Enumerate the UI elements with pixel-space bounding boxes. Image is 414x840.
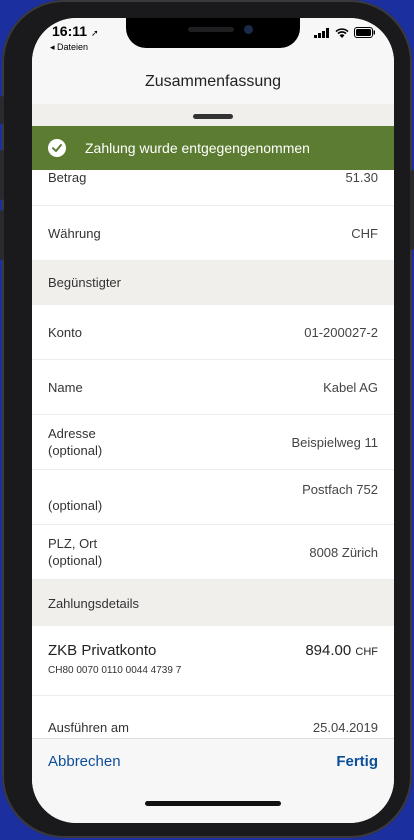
beneficiary-address-row: Adresse (optional) Beispielweg 11 <box>32 415 394 470</box>
currency-row: Währung CHF <box>32 206 394 261</box>
amount-label: Betrag <box>48 170 87 185</box>
silent-switch <box>0 96 4 124</box>
beneficiary-address2-row: (optional) Postfach 752 <box>32 470 394 525</box>
status-time: 16:11 ➚ <box>52 23 99 39</box>
row-sublabel: (optional) <box>48 498 103 513</box>
currency-label: Währung <box>48 226 101 241</box>
account-amount: 894.00 CHF <box>305 642 378 659</box>
section-title: Zahlungsdetails <box>48 596 140 611</box>
cancel-button[interactable]: Abbrechen <box>48 753 121 770</box>
row-label: Name <box>48 380 83 395</box>
navigation-bar: Zusammenfassung <box>32 62 394 104</box>
wifi-icon <box>335 27 349 38</box>
row-value: 8008 Zürich <box>309 545 378 560</box>
row-label: Adresse <box>48 426 96 441</box>
currency-value: CHF <box>351 226 378 241</box>
cellular-signal-icon <box>314 27 329 38</box>
success-toast: Zahlung wurde entgegengenommen <box>32 126 394 170</box>
execution-date-value: 25.04.2019 <box>312 720 378 735</box>
beneficiary-name-row: Name Kabel AG <box>32 360 394 415</box>
volume-down-button <box>0 210 4 260</box>
amount-currency: CHF <box>355 646 378 658</box>
execution-date-row: Ausführen am 25.04.2019 <box>32 696 394 738</box>
amount-row-partial: Betrag 51.30 <box>32 170 394 206</box>
section-title: Begünstigter <box>48 275 121 290</box>
back-to-app-link[interactable]: ◂ Dateien <box>50 42 88 53</box>
beneficiary-account-row: Konto 01-200027-2 <box>32 305 394 360</box>
notch <box>126 18 300 48</box>
volume-up-button <box>0 150 4 200</box>
checkmark-icon <box>48 139 66 157</box>
bottom-toolbar: Abbrechen Fertig <box>32 738 394 823</box>
phone-frame: 16:11 ➚ ◂ Dateien Zusammenfassung Zahlun… <box>0 0 414 838</box>
account-iban: CH80 0070 0110 0044 4739 7 <box>48 665 182 676</box>
section-header-payment-details: Zahlungsdetails <box>32 580 394 626</box>
amount-value: 51.30 <box>345 170 378 185</box>
row-value: 01-200027-2 <box>304 325 378 340</box>
row-sublabel: (optional) <box>48 443 103 458</box>
row-label: PLZ, Ort <box>48 536 98 551</box>
section-header-beneficiary: Begünstigter <box>32 261 394 305</box>
beneficiary-postal-city-row: PLZ, Ort (optional) 8008 Zürich <box>32 525 394 580</box>
row-value: Kabel AG <box>323 380 378 395</box>
status-icons <box>314 27 376 38</box>
front-camera <box>244 25 253 34</box>
sheet-grabber-handle[interactable] <box>193 114 233 119</box>
speaker-grille <box>188 27 234 32</box>
location-arrow-icon: ➚ <box>90 28 99 38</box>
execution-date-label: Ausführen am <box>48 720 129 735</box>
page-title: Zusammenfassung <box>144 73 282 90</box>
battery-icon <box>354 27 375 38</box>
account-name: ZKB Privatkonto <box>48 642 157 659</box>
row-label: Konto <box>48 325 82 340</box>
power-button <box>410 170 414 250</box>
row-value: Postfach 752 <box>302 482 378 497</box>
amount-value: 894.00 <box>305 642 352 659</box>
home-indicator[interactable] <box>145 801 281 806</box>
sheet-grabber-area[interactable] <box>32 104 394 126</box>
row-value: Beispielweg 11 <box>291 435 378 450</box>
done-button[interactable]: Fertig <box>336 753 378 770</box>
screen: 16:11 ➚ ◂ Dateien Zusammenfassung Zahlun… <box>32 18 394 823</box>
toast-message: Zahlung wurde entgegengenommen <box>85 140 310 156</box>
row-sublabel: (optional) <box>48 553 103 568</box>
summary-content[interactable]: Betrag 51.30 Währung CHF Begünstigter Ko… <box>32 170 394 738</box>
debit-account-row: ZKB Privatkonto CH80 0070 0110 0044 4739… <box>32 626 394 696</box>
